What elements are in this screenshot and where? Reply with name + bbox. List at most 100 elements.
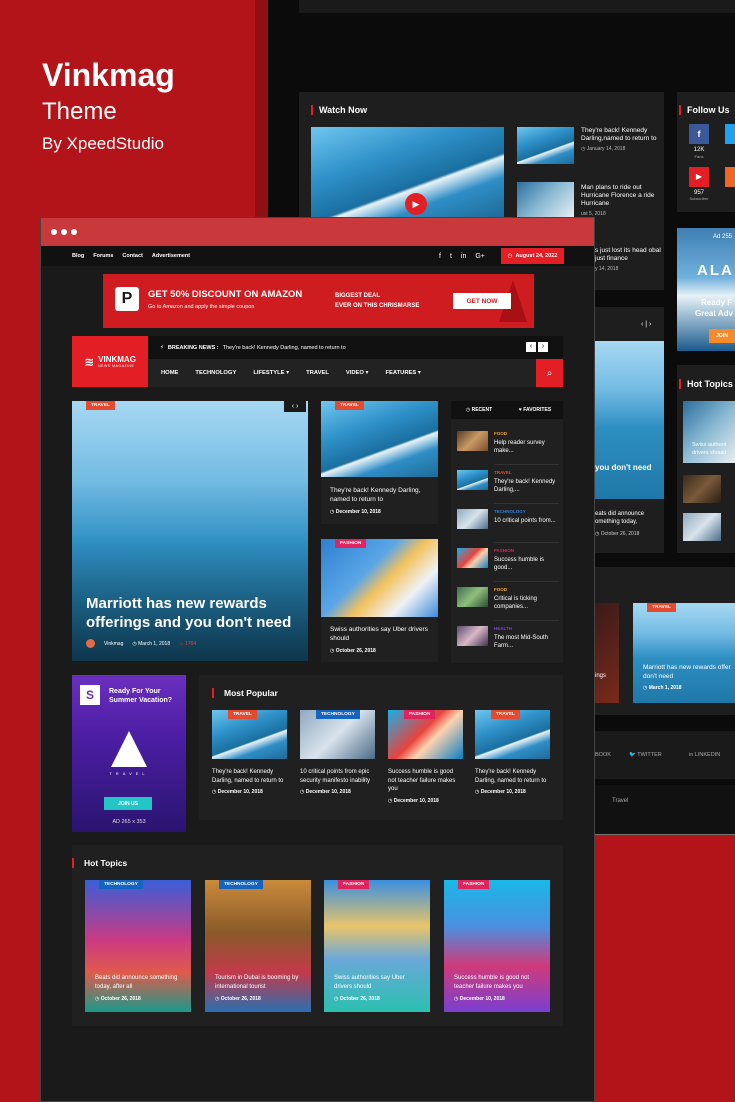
nav-features[interactable]: FEATURES ▾ (385, 370, 420, 376)
mid-card-2[interactable]: FASHION Swiss authorities say Uber drive… (321, 539, 438, 662)
hero-title[interactable]: Marriott has new rewards offerings and y… (86, 594, 296, 632)
get-now-button[interactable]: GET NOW (453, 293, 511, 309)
brand-author: By XpeedStudio (42, 134, 164, 153)
hero-views: ♨ 1784 (179, 640, 197, 647)
google-plus-icon[interactable]: G+ (475, 253, 485, 260)
hero-slider-arrows[interactable]: ‹ › (284, 401, 306, 412)
travel-logo-icon (111, 731, 147, 767)
nav-lifestyle[interactable]: LIFESTYLE ▾ (253, 370, 289, 376)
bg-social-count-1: 12K (693, 147, 705, 153)
mid-card-2-category[interactable]: FASHION (335, 539, 367, 548)
hero-date: ◷ March 1, 2018 (132, 640, 171, 647)
popular-card-4[interactable]: TRAVEL They're back! Kennedy Darling, na… (475, 710, 550, 795)
widget-tabs: ◷ RECENT ♥ FAVORITES (451, 401, 563, 419)
hero-card[interactable]: TRAVEL ‹ › Marriott has new rewards offe… (72, 401, 308, 661)
chevron-down-icon: ▾ (365, 370, 369, 376)
bg-footer-line (595, 834, 735, 835)
chevron-right-icon[interactable]: › (538, 342, 548, 352)
flame-icon: ♨ (179, 640, 184, 647)
bg-slider-image: you don't need (595, 341, 664, 499)
chevron-left-icon[interactable]: ‹ (526, 342, 536, 352)
list-item[interactable]: TECHNOLOGY 10 critical points from... (457, 509, 559, 543)
brand-title: Vinkmag (42, 57, 175, 93)
top-link-advertisement[interactable]: Advertisement (152, 253, 190, 259)
popular-card-image: TRAVEL (475, 710, 550, 759)
top-link-forums[interactable]: Forums (93, 253, 113, 259)
facebook-icon[interactable]: f (689, 124, 709, 144)
top-link-contact[interactable]: Contact (122, 253, 142, 259)
nav-video[interactable]: VIDEO ▾ (346, 370, 369, 376)
list-item[interactable]: FOOD Critical is ticking companies... (457, 587, 559, 621)
mid-card-1-title[interactable]: They're back! Kennedy Darling, named to … (330, 487, 432, 504)
nav-home[interactable]: HOME (161, 370, 178, 376)
amazon-logo-icon: P (115, 287, 139, 311)
most-popular-section: Most Popular TRAVEL They're back! Kenned… (199, 675, 563, 820)
nav-technology[interactable]: TECHNOLOGY (195, 370, 236, 376)
mid-card-1-category[interactable]: TRAVEL (335, 401, 364, 410)
popular-card-3[interactable]: FASHION Success humble is good not teach… (388, 710, 463, 804)
twitter-icon[interactable] (725, 124, 735, 144)
hero-category-badge[interactable]: TRAVEL (86, 401, 115, 410)
soundcloud-icon[interactable] (725, 167, 735, 187)
site-header: ≋ VINKMAG NEWS MAGAZINE ⚡ BREAKING NEWS … (72, 336, 563, 387)
window-titlebar (41, 218, 594, 246)
breaking-news-bar: ⚡ BREAKING NEWS : They're back! Kennedy … (148, 336, 563, 359)
hot-card-4[interactable]: FASHION Success humble is good not teach… (444, 880, 550, 1012)
site-logo[interactable]: ≋ VINKMAG NEWS MAGAZINE (72, 336, 148, 387)
hot-card-2[interactable]: TECHNOLOGY Tourism in Dubai is booming b… (205, 880, 311, 1012)
youtube-icon[interactable]: ▶ (689, 167, 709, 187)
chevron-down-icon: ▾ (417, 370, 421, 376)
recent-favorites-widget: ◷ RECENT ♥ FAVORITES FOOD Help reader su… (451, 401, 563, 663)
breaking-label: BREAKING NEWS : (167, 344, 219, 351)
tab-favorites[interactable]: ♥ FAVORITES (507, 407, 563, 413)
facebook-icon[interactable]: f (439, 253, 441, 260)
list-item[interactable]: TRAVEL They're back! Kennedy Darling,... (457, 470, 559, 504)
bg-topbar (299, 0, 735, 13)
bg-lower-card: TRAVEL Marriott has new rewards offer do… (633, 603, 735, 703)
mid-card-1-image (321, 401, 438, 477)
bg-lower-panel: ings TRAVEL Marriott has new rewards off… (595, 567, 735, 715)
list-item[interactable]: FOOD Help reader survey make... (457, 431, 559, 465)
clock-icon: ◷ (581, 146, 586, 152)
list-item-thumb (457, 470, 488, 490)
brand-subtitle: Theme (42, 98, 117, 125)
browser-window: Blog Forums Contact Advertisement f t in… (40, 217, 595, 1102)
bg-follow-heading: Follow Us (679, 105, 730, 115)
mid-card-2-title[interactable]: Swiss authorities say Uber drivers shoul… (330, 626, 432, 643)
play-icon[interactable]: ▶ (405, 193, 427, 215)
clock-icon: ◷ (465, 407, 471, 413)
breaking-text[interactable]: They're back! Kennedy Darling, named to … (223, 345, 346, 351)
list-item-thumb (457, 587, 488, 607)
bg-watch-item-2: Man plans to ride out Hurricane Florence… (581, 184, 655, 217)
linkedin-icon[interactable]: in (461, 253, 466, 260)
chevron-down-icon: ▾ (286, 370, 290, 376)
popular-card-1[interactable]: TRAVEL They're back! Kennedy Darling, na… (212, 710, 287, 795)
tab-recent[interactable]: ◷ RECENT (451, 407, 507, 413)
window-dot-1[interactable] (51, 229, 57, 235)
nav-travel[interactable]: TRAVEL (306, 370, 329, 376)
mid-card-1[interactable]: TRAVEL They're back! Kennedy Darling, na… (321, 401, 438, 524)
window-dot-2[interactable] (61, 229, 67, 235)
section-title: Hot Topics (72, 858, 127, 868)
hot-card-3[interactable]: FASHION Swiss authorities say Uber drive… (324, 880, 430, 1012)
bg-social-footer: BOOK 🐦 TWITTER in LINKEDIN (595, 731, 735, 779)
breaking-arrows: ‹ › (526, 342, 548, 352)
list-item[interactable]: HEALTH The most Mid-South Farm... (457, 626, 559, 660)
hot-topics-section: Hot Topics TECHNOLOGY Beats did announce… (72, 845, 563, 1026)
search-icon[interactable]: ⌕ (536, 359, 563, 387)
bolt-icon: ⚡ (160, 344, 164, 351)
mid-card-2-image (321, 539, 438, 617)
twitter-icon[interactable]: t (450, 253, 452, 260)
window-dot-3[interactable] (71, 229, 77, 235)
amazon-ad-banner[interactable]: P GET 50% DISCOUNT ON AMAZON Go to Amazo… (103, 274, 534, 328)
list-item[interactable]: FASHION Success humble is good... (457, 548, 559, 582)
vacation-logo-icon: S (80, 685, 100, 705)
ad-subtext: Go to Amazon and apply the simple coupon (148, 304, 255, 310)
popular-card-2[interactable]: TECHNOLOGY 10 critical points from epic … (300, 710, 375, 795)
join-us-button[interactable]: JOIN US (104, 797, 152, 810)
hero-author[interactable]: Vinkmag (104, 641, 123, 647)
ad-deal-text: BIGGEST DEAL EVER ON THIS CHRISMARSE (335, 293, 420, 309)
top-link-blog[interactable]: Blog (72, 253, 84, 259)
vacation-ad[interactable]: S Ready For Your Summer Vacation? TRAVEL… (72, 675, 186, 832)
hot-card-1[interactable]: TECHNOLOGY Beats did announce something … (85, 880, 191, 1012)
